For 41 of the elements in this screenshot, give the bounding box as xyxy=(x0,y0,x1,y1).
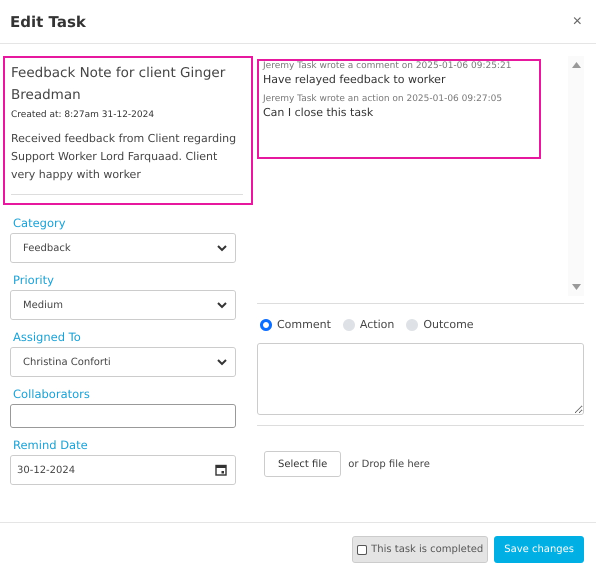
completed-checkbox[interactable]: This task is completed xyxy=(352,536,488,563)
field-label: Remind Date xyxy=(12,437,89,453)
radio-dot-icon[interactable] xyxy=(342,318,355,330)
field-label: Collaborators xyxy=(12,386,91,402)
radio-dot-icon[interactable] xyxy=(406,318,418,330)
radio-label: Action xyxy=(360,318,394,331)
checkbox-icon[interactable] xyxy=(357,544,368,554)
field-label: Category xyxy=(12,215,67,231)
modal-title: Edit Task xyxy=(10,12,86,30)
note-created: Created at: 8:27am 31-12-2024 xyxy=(11,110,156,120)
select-file-button[interactable]: Select file xyxy=(264,451,342,477)
chevron-down-icon xyxy=(217,358,227,366)
scroll-up-icon[interactable] xyxy=(572,62,580,68)
chevron-down-icon xyxy=(217,244,227,252)
comment-textarea[interactable] xyxy=(257,343,584,415)
note-title: Feedback Note for client Ginger Breadman xyxy=(11,64,226,105)
radio-label: Comment xyxy=(277,318,331,331)
field-label: Priority xyxy=(12,272,55,288)
comment-meta: Jeremy Task wrote an action on 2025-01-06 09:27:05 xyxy=(263,94,504,104)
drop-hint: or Drop file here xyxy=(348,458,430,470)
scrollbar[interactable] xyxy=(568,56,584,296)
select-field[interactable]: Christina Conforti xyxy=(10,347,236,377)
input-field[interactable] xyxy=(10,404,236,428)
select-field[interactable]: Medium xyxy=(10,290,236,320)
select-field[interactable]: Feedback xyxy=(10,233,236,263)
checkbox-label: This task is completed xyxy=(371,544,484,555)
entry-type-radio[interactable]: Comment xyxy=(260,318,331,331)
entry-type-radio[interactable]: Outcome xyxy=(406,318,474,331)
radio-dot-icon[interactable] xyxy=(260,318,272,330)
comment-meta: Jeremy Task wrote a comment on 2025-01-06 09:25:21 xyxy=(263,61,512,71)
field-label: Assigned To xyxy=(12,329,82,345)
note-body: Received feedback from Client regarding Support Worker Lord Farquaad. Client very happy with worker xyxy=(11,130,243,195)
chevron-down-icon xyxy=(217,302,227,308)
calendar-icon[interactable] xyxy=(215,464,227,476)
scroll-down-icon[interactable] xyxy=(572,284,580,290)
entry-type-radio[interactable]: Action xyxy=(342,318,394,331)
comment-text: Can I close this task xyxy=(263,106,374,119)
comment-text: Have relayed feedback to worker xyxy=(263,73,446,86)
date-field[interactable]: 30-12-2024 xyxy=(10,455,236,485)
radio-label: Outcome xyxy=(423,318,474,331)
close-button[interactable]: × xyxy=(572,12,582,30)
